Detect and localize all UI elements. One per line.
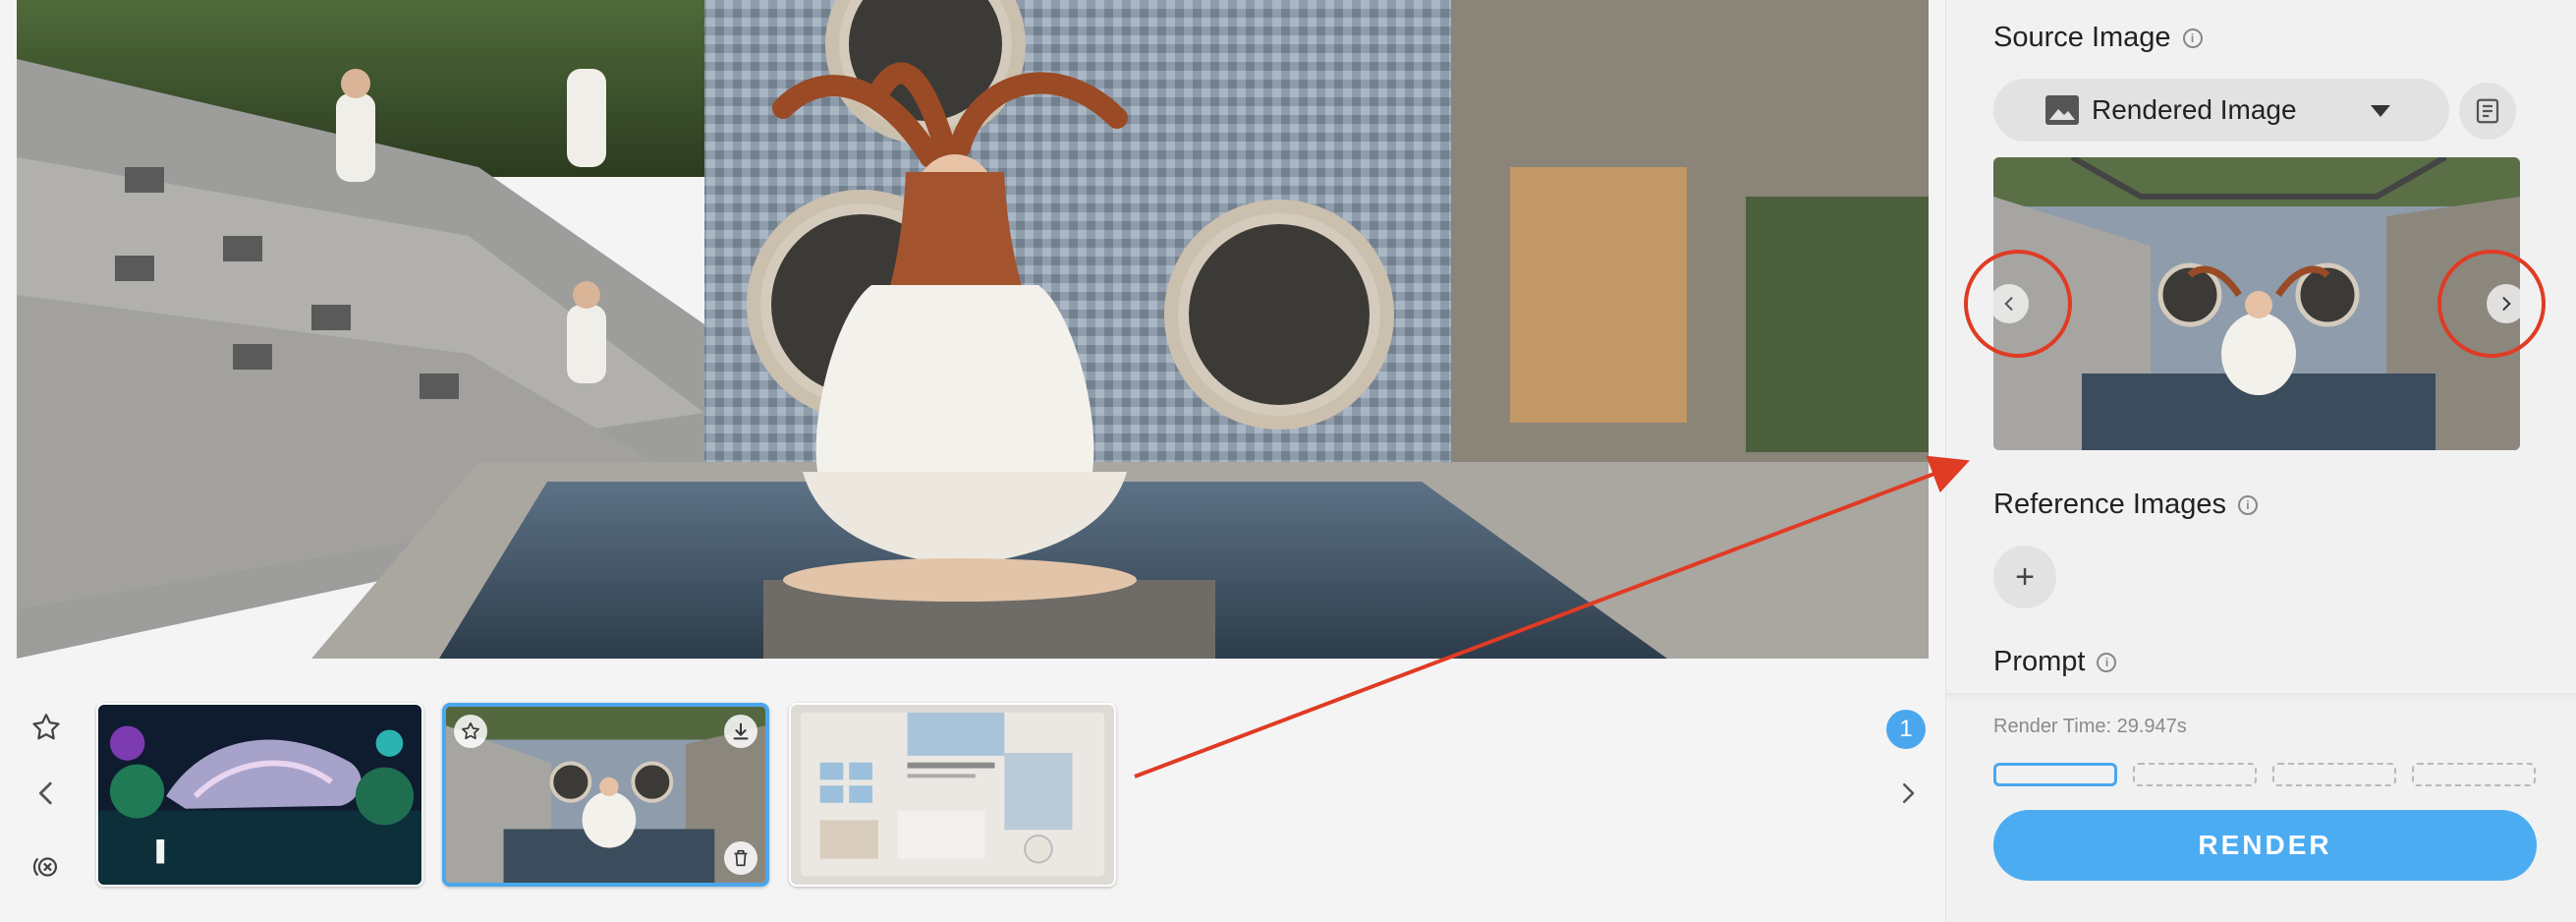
source-details-button[interactable] [2459, 83, 2516, 140]
info-icon[interactable]: i [2097, 652, 2117, 672]
source-image-preview [1993, 157, 2520, 450]
trash-icon [734, 849, 748, 867]
caret-down-icon [2371, 105, 2390, 117]
strip-next-button[interactable] [1886, 772, 1930, 815]
reference-images-title: Reference Images [1993, 489, 2226, 520]
render-slot-1[interactable] [1993, 763, 2117, 786]
clear-tool[interactable] [22, 842, 71, 892]
chevron-right-icon [2502, 297, 2511, 311]
chevron-left-icon [2004, 297, 2013, 311]
prompt-title: Prompt [1993, 646, 2086, 677]
thumbnail-3[interactable] [789, 703, 1116, 887]
document-icon [2476, 98, 2499, 124]
source-image-select[interactable]: Rendered Image [1993, 79, 2449, 142]
render-slot-2[interactable] [2133, 763, 2257, 786]
clear-icon [32, 857, 58, 877]
add-reference-image-button[interactable]: + [1993, 546, 2056, 608]
image-icon [2045, 95, 2079, 125]
chevron-right-icon [1903, 783, 1915, 803]
thumb-download-button[interactable] [724, 715, 757, 748]
chevron-left-icon [38, 781, 52, 805]
source-preview-image [1993, 157, 2520, 450]
star-icon [462, 721, 479, 740]
main-render-image [17, 0, 1929, 659]
render-time: Render Time: 29.947s [1993, 716, 2187, 737]
plus-icon: + [2015, 557, 2035, 596]
app-window: 1 Source Image i Rendered Image Referenc… [0, 0, 2576, 922]
render-slot-4[interactable] [2412, 763, 2536, 786]
thumbnail-image [791, 705, 1114, 885]
thumb-favorite-button[interactable] [454, 715, 487, 748]
thumbnail-2-selected[interactable] [442, 703, 769, 887]
strip-prev-button[interactable] [22, 769, 71, 818]
prompt-heading: Prompt i [1993, 646, 2117, 678]
render-button[interactable]: RENDER [1993, 810, 2537, 881]
reference-images-heading: Reference Images i [1993, 489, 2258, 521]
settings-panel: Source Image i Rendered Image Reference … [1945, 0, 2576, 922]
source-image-title: Source Image [1993, 22, 2171, 53]
thumb-delete-button[interactable] [724, 841, 757, 875]
preview-next-button[interactable] [2487, 284, 2520, 323]
star-icon [32, 714, 60, 740]
render-slot-3[interactable] [2272, 763, 2396, 786]
main-render-canvas[interactable] [17, 0, 1929, 659]
page-badge: 1 [1886, 710, 1926, 749]
thumbnail-image [98, 705, 421, 885]
source-select-value: Rendered Image [2092, 94, 2297, 125]
favorite-tool[interactable] [22, 703, 71, 752]
info-icon[interactable]: i [2237, 494, 2258, 515]
thumbnail-image [446, 707, 765, 883]
download-icon [733, 722, 749, 740]
panel-divider [1946, 693, 2576, 701]
source-image-heading: Source Image i [1993, 22, 2203, 54]
info-icon[interactable]: i [2182, 28, 2203, 48]
thumbnail-1[interactable] [96, 703, 423, 887]
